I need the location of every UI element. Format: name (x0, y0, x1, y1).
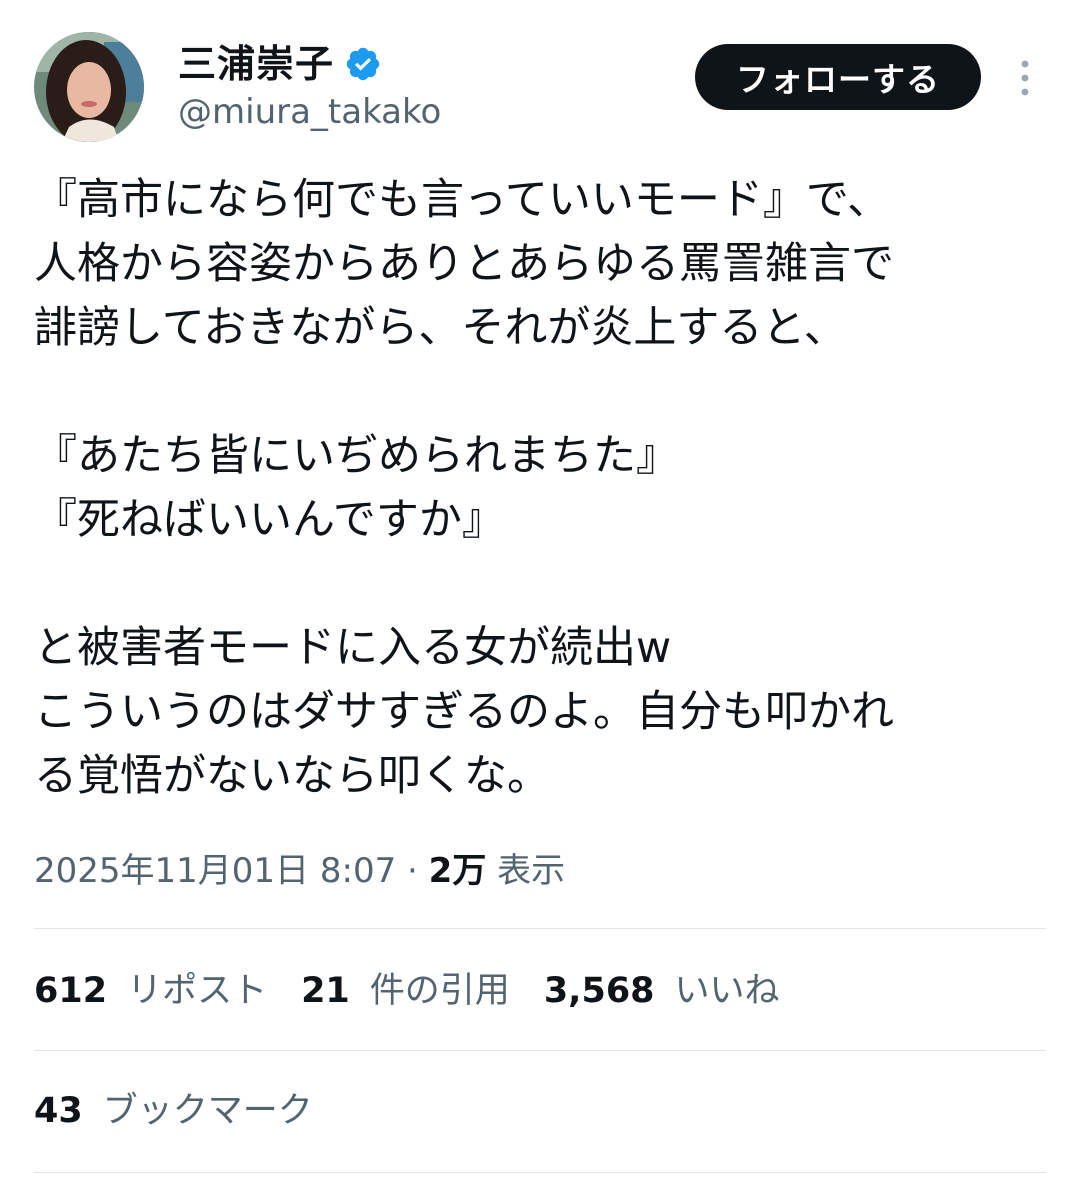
avatar-photo (34, 32, 144, 142)
divider (34, 1050, 1046, 1051)
likes-count: 3,568 (543, 971, 655, 1011)
likes-label: いいね (674, 971, 780, 1011)
views-label: 表示 (486, 851, 566, 891)
tweet-line: 人格から容姿からありとあらゆる罵詈雑言で (34, 239, 894, 289)
tweet-detail: 三浦崇子 @miura_takako フォローする 『高市になら何でも言っていい… (0, 0, 1080, 1180)
follow-button[interactable]: フォローする (695, 44, 981, 110)
tweet-line: 『高市になら何でも言っていいモード』で、 (34, 175, 891, 225)
likes-stat[interactable]: 3,568 いいね (544, 966, 780, 1016)
avatar[interactable] (34, 32, 144, 142)
bookmarks-count: 43 (34, 1091, 83, 1131)
divider (34, 1172, 1046, 1173)
reposts-stat[interactable]: 612 リポスト (34, 966, 267, 1016)
author-display-name[interactable]: 三浦崇子 (178, 40, 334, 88)
quotes-count: 21 (301, 971, 350, 1011)
author-handle[interactable]: @miura_takako (178, 90, 441, 134)
tweet-meta: 2025年11月01日 8:07 · 2万 表示 (34, 846, 565, 896)
bookmarks-stat[interactable]: 43 ブックマーク (34, 1086, 347, 1136)
meta-separator: · (396, 851, 429, 891)
views-count: 2万 (428, 851, 487, 891)
verified-badge-icon (344, 45, 382, 83)
tweet-line: と被害者モードに入る女が続出w (34, 623, 672, 673)
reposts-label: リポスト (127, 971, 268, 1011)
tweet-line: 『死ねばいいんですか』 (34, 495, 505, 545)
quotes-stat[interactable]: 21 件の引用 (301, 966, 510, 1016)
bookmarks-label: ブックマーク (102, 1091, 313, 1131)
reposts-count: 612 (34, 971, 108, 1011)
tweet-timestamp[interactable]: 2025年11月01日 8:07 (34, 851, 396, 891)
tweet-text: 『高市になら何でも言っていいモード』で、 人格から容姿からありとあらゆる罵詈雑言… (34, 168, 1044, 808)
engagement-stats: 612 リポスト 21 件の引用 3,568 いいね (34, 966, 814, 1016)
divider (34, 928, 1046, 929)
tweet-line: る覚悟がないなら叩くな。 (34, 751, 550, 801)
tweet-line: 『あたち皆にいぢめられまちた』 (34, 431, 679, 481)
author-name-row: 三浦崇子 (178, 40, 382, 88)
tweet-line: 誹謗しておきながら、それが炎上すると、 (34, 303, 847, 353)
tweet-line: こういうのはダサすぎるのよ。自分も叩かれ (34, 687, 894, 737)
quotes-label: 件の引用 (369, 971, 510, 1011)
more-vertical-icon[interactable] (1013, 58, 1037, 98)
